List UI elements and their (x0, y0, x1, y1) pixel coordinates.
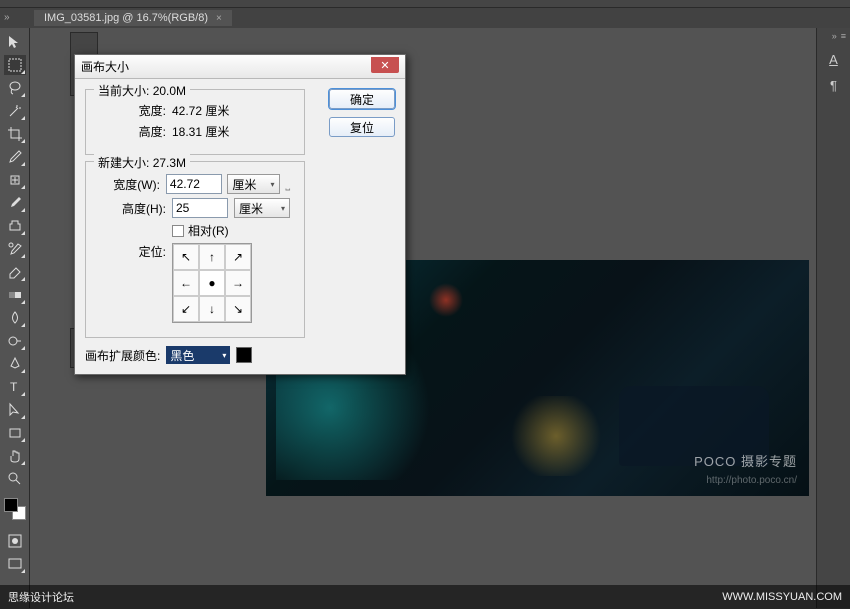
magic-wand-tool[interactable] (4, 101, 26, 121)
current-width-label: 宽度: (94, 102, 172, 119)
canvas-area: ▦ POCO 摄影专题 http://photo.poco.cn/ 画布大小 ✕… (30, 28, 816, 608)
close-tab-icon[interactable]: × (216, 13, 222, 24)
anchor-s[interactable]: ↓ (199, 296, 225, 322)
lasso-tool[interactable] (4, 78, 26, 98)
link-icon: ⎵ (285, 177, 290, 192)
document-tab-title: IMG_03581.jpg @ 16.7%(RGB/8) (44, 12, 208, 24)
current-height-value: 18.31 厘米 (172, 123, 229, 140)
history-brush-tool[interactable] (4, 239, 26, 259)
height-unit-select[interactable]: 厘米▾ (234, 198, 290, 218)
zoom-tool[interactable] (4, 469, 26, 489)
reset-button[interactable]: 复位 (329, 117, 395, 137)
width-unit-select[interactable]: 厘米▾ (227, 174, 279, 194)
chevron-down-icon: ▾ (271, 180, 275, 189)
extension-color-swatch[interactable] (236, 347, 252, 363)
current-size-label: 当前大小: (98, 84, 149, 98)
anchor-n[interactable]: ↑ (199, 244, 225, 270)
height-input[interactable] (172, 198, 228, 218)
shape-tool[interactable] (4, 423, 26, 443)
expand-panels-icon[interactable]: » (4, 12, 10, 23)
dodge-tool[interactable] (4, 331, 26, 351)
dialog-title: 画布大小 (81, 58, 129, 75)
new-width-label: 宽度(W): (94, 176, 166, 193)
footer-left: 思缘设计论坛 (8, 589, 74, 605)
document-tab-bar: » IMG_03581.jpg @ 16.7%(RGB/8) × (0, 8, 850, 28)
anchor-center[interactable]: ● (199, 270, 225, 296)
paragraph-panel-icon[interactable]: ¶ (821, 74, 847, 96)
anchor-grid[interactable]: ↖ ↑ ↗ ← ● → ↙ ↓ ↘ (172, 243, 252, 323)
anchor-e[interactable]: → (225, 270, 251, 296)
anchor-se[interactable]: ↘ (225, 296, 251, 322)
dialog-titlebar[interactable]: 画布大小 ✕ (75, 55, 405, 79)
gradient-tool[interactable] (4, 285, 26, 305)
current-size-value: 20.0M (153, 84, 186, 98)
anchor-label: 定位: (94, 243, 172, 260)
clone-stamp-tool[interactable] (4, 216, 26, 236)
anchor-ne[interactable]: ↗ (225, 244, 251, 270)
screen-mode-tool[interactable] (4, 554, 26, 574)
canvas-size-dialog: 画布大小 ✕ 确定 复位 当前大小: 20.0M 宽度:42.72 厘米 高度:… (74, 54, 406, 375)
extension-color-label: 画布扩展颜色: (85, 347, 160, 364)
document-tab[interactable]: IMG_03581.jpg @ 16.7%(RGB/8) × (34, 10, 232, 26)
menu-bar (0, 0, 850, 8)
width-input[interactable] (166, 174, 222, 194)
menu-icon[interactable]: ≡ (841, 31, 846, 41)
close-icon: ✕ (380, 59, 389, 72)
chevron-down-icon: ▾ (281, 204, 285, 213)
hand-tool[interactable] (4, 446, 26, 466)
footer-right: WWW.MISSYUAN.COM (722, 591, 842, 603)
anchor-nw[interactable]: ↖ (173, 244, 199, 270)
extension-color-select[interactable]: 黑色▾ (166, 346, 230, 364)
anchor-w[interactable]: ← (173, 270, 199, 296)
right-panel-dock: » ≡ A ¶ (816, 28, 850, 608)
healing-brush-tool[interactable] (4, 170, 26, 190)
collapse-icon[interactable]: » (832, 31, 837, 41)
relative-checkbox[interactable]: 相对(R) (172, 222, 229, 239)
quick-mask-tool[interactable] (4, 531, 26, 551)
eraser-tool[interactable] (4, 262, 26, 282)
ok-button[interactable]: 确定 (329, 89, 395, 109)
color-swatches[interactable] (4, 498, 26, 520)
page-footer: 思缘设计论坛 WWW.MISSYUAN.COM (0, 585, 850, 609)
new-height-label: 高度(H): (94, 200, 172, 217)
current-width-value: 42.72 厘米 (172, 102, 229, 119)
type-tool[interactable]: T (4, 377, 26, 397)
svg-text:T: T (10, 380, 18, 394)
pen-tool[interactable] (4, 354, 26, 374)
tools-panel: T (0, 28, 30, 608)
anchor-sw[interactable]: ↙ (173, 296, 199, 322)
blur-tool[interactable] (4, 308, 26, 328)
character-panel-icon[interactable]: A (821, 48, 847, 70)
chevron-down-icon: ▾ (222, 351, 226, 360)
foreground-color-swatch[interactable] (4, 498, 18, 512)
new-size-label: 新建大小: (98, 156, 149, 170)
watermark-url: http://photo.poco.cn/ (706, 475, 797, 486)
brush-tool[interactable] (4, 193, 26, 213)
marquee-tool[interactable] (4, 55, 26, 75)
new-size-value: 27.3M (153, 156, 186, 170)
move-tool[interactable] (4, 32, 26, 52)
eyedropper-tool[interactable] (4, 147, 26, 167)
current-height-label: 高度: (94, 123, 172, 140)
crop-tool[interactable] (4, 124, 26, 144)
watermark-brand: POCO 摄影专题 (694, 451, 797, 470)
dialog-close-button[interactable]: ✕ (371, 57, 399, 73)
path-selection-tool[interactable] (4, 400, 26, 420)
